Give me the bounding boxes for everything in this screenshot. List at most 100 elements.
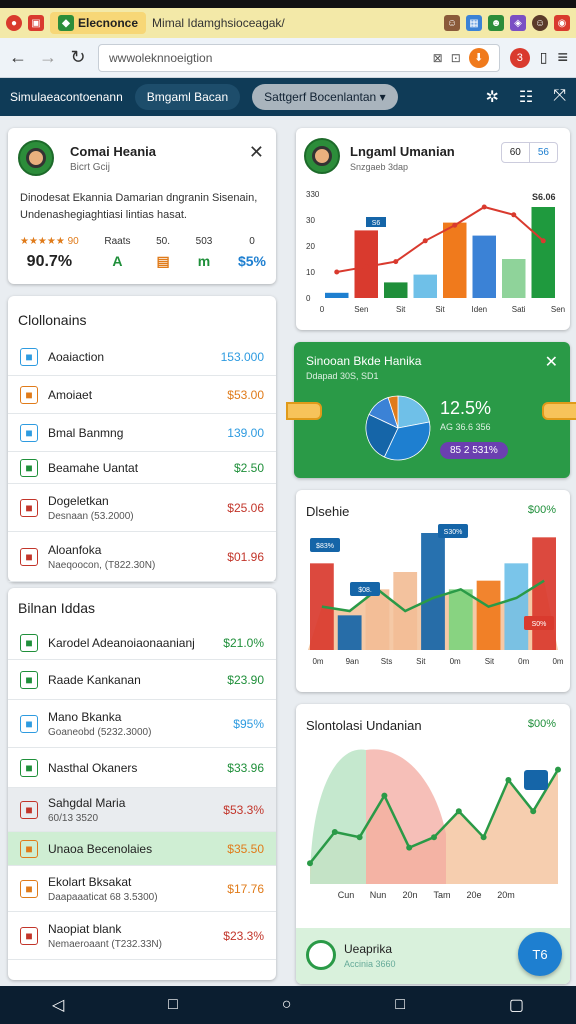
chart1-bar (354, 230, 378, 298)
nav-recents-icon[interactable]: □ (395, 996, 405, 1014)
dropdown-pill-label: Sattgerf Bocenlantan (264, 90, 377, 104)
promo-close-icon[interactable]: ✕ (545, 352, 558, 372)
list-item[interactable]: ■ Amoiaet $53.00 (8, 376, 276, 414)
list-item-value: $25.06 (227, 500, 264, 515)
list-item-text: Unaoa Becenolaies (48, 842, 227, 856)
chart1-ytick: 10 (306, 268, 315, 277)
list-icon[interactable]: ☷ (519, 87, 533, 107)
footer-sub: Accinia 3660 (344, 959, 396, 969)
list-item[interactable]: ■ Aloanfoka Naeqoocon, (T822.30N) $01.96 (8, 532, 276, 582)
chart2-card: Dlsehie $00% 0m 9an Sts Sit 0m Sit 0m 0m $83% $08… (296, 490, 570, 692)
bookmarks-icon[interactable]: ▯ (540, 49, 548, 66)
chart1-bar (413, 274, 437, 298)
list-item[interactable]: ■ Aoaiaction 153.000 (8, 338, 276, 376)
chart1-point (422, 238, 428, 244)
list-item-label: Naopiat blank (48, 921, 122, 936)
left-arrow-tab-icon[interactable] (286, 402, 322, 420)
list-item[interactable]: ■ Sahgdal Maria 60/13 3520 $53.3% (8, 788, 276, 832)
forward-icon[interactable]: → (38, 47, 58, 68)
nav-back-icon[interactable]: ◁ (52, 995, 64, 1015)
tab-favicon-icon: ▣ (28, 15, 44, 31)
chart1-xtick: Sati (512, 305, 526, 314)
extension-badge-icon[interactable]: 3 (509, 47, 530, 68)
list-item-text: Mano Bkanka Goaneobd (5232.3000) (48, 710, 233, 738)
list-item[interactable]: ■ Dogeletkan Desnaan (53.2000) $25.06 (8, 484, 276, 532)
settings-icon[interactable]: ✲ (485, 87, 498, 107)
chart1-xtick: Iden (472, 305, 488, 314)
grid-icon[interactable]: ▦ (466, 15, 482, 31)
record-icon[interactable]: ◉ (554, 15, 570, 31)
chart2-xtick: Sts (381, 657, 393, 666)
fab-button[interactable]: T6 (518, 932, 562, 976)
back-icon[interactable]: ← (8, 47, 28, 68)
tab-title[interactable]: Mimal Idamghsioceagak/ (152, 16, 438, 30)
chart3-point (480, 834, 487, 841)
extension-icon[interactable]: ⊡ (451, 51, 461, 65)
bookmark-icon[interactable]: ⊠ (433, 51, 443, 65)
list-item[interactable]: ■ Bmal Banmng 139.00 (8, 414, 276, 452)
tag-icon: ■ (20, 839, 38, 858)
flag-icon: ■ (20, 800, 38, 819)
filter-pill[interactable]: Bmgaml Bacan (134, 84, 241, 110)
profile-stat-value: 90.7% (26, 253, 73, 270)
expand-icon[interactable]: ⤧ (553, 87, 566, 107)
browser-logo-icon[interactable]: ● (6, 15, 22, 31)
close-icon[interactable]: ✕ (249, 142, 264, 163)
list-item-text: Bmal Banmng (48, 426, 227, 440)
tab-active[interactable]: ◆ Elecnonce (50, 12, 147, 34)
profile-stat: Raats A (104, 236, 130, 271)
menu-icon[interactable]: ≡ (557, 47, 568, 68)
chart1-svg: 0 10 20 30 330 0 Sen Sit Sit Iden Sati Sen S6.06 S6 (306, 190, 565, 314)
list-item[interactable]: ■ Unaoa Becenolaies $35.50 (8, 832, 276, 866)
list-item-value: $2.50 (233, 460, 264, 475)
chart1-point (540, 238, 546, 244)
list-item-label: Bmal Banmng (48, 425, 124, 440)
profile-stat: 50. ▤ (156, 236, 170, 271)
chart3-point (455, 808, 462, 815)
promo-value: 12.5% (440, 398, 492, 418)
chart1-bar (325, 292, 349, 298)
shield-icon[interactable]: ◈ (510, 15, 526, 31)
list-item[interactable]: ■ Ekolart Bksakat Daapaaaticat 68 3.5300) $… (8, 866, 276, 912)
chart2-bar (504, 563, 529, 650)
url-field[interactable]: wwwoleknnoeigtion ⊠ ⊡ ⬇ (98, 43, 500, 72)
reload-icon[interactable]: ↻ (68, 47, 88, 68)
profile-stat-value: A (112, 253, 123, 269)
chart3-area-red (366, 749, 446, 884)
trend-icon: ■ (20, 758, 38, 777)
app-title: Simulaeacontoenann (10, 90, 123, 104)
bilinan-list: ■ Karodel Adeanoiaonaanianj $21.0% ■ Raade K… (8, 626, 276, 960)
list-item[interactable]: ■ Naopiat blank Nemaeroaant (T232.33N) $23.… (8, 912, 276, 960)
list-item-text: Beamahe Uantat (48, 461, 234, 475)
profile-stat: ★★★★★ 90 90.7% (20, 236, 79, 271)
download-icon[interactable]: ⬇ (468, 47, 489, 68)
dropdown-pill[interactable]: Sattgerf Bocenlantan ▾ (252, 84, 398, 110)
chart2-bar (421, 533, 445, 650)
chart3-xtick: Nun (370, 890, 387, 900)
list-item-text: Nasthal Okaners (48, 761, 227, 775)
chart2-tag-text: $08. (358, 587, 372, 594)
nav-overview-icon[interactable]: ▢ (509, 995, 524, 1015)
right-arrow-tab-icon[interactable] (542, 402, 576, 420)
people-icon[interactable]: ☻ (488, 15, 504, 31)
list-item[interactable]: ■ Raade Kankanan $23.90 (8, 660, 276, 700)
chart1-xtick: Sit (396, 305, 406, 314)
list-item[interactable]: ■ Nasthal Okaners $33.96 (8, 748, 276, 788)
list-item-value: $21.0% (223, 635, 264, 650)
chart3-point (406, 844, 413, 851)
list-item[interactable]: ■ Karodel Adeanoiaonaanianj $21.0% (8, 626, 276, 660)
profile-icon[interactable]: ☺ (532, 15, 548, 31)
avatar-icon[interactable]: ☺ (444, 15, 460, 31)
chart1-point (363, 264, 369, 270)
chart1-ytick: 0 (306, 294, 311, 303)
list-item[interactable]: ■ Mano Bkanka Goaneobd (5232.3000) $95% (8, 700, 276, 748)
chart3-card: Slontolasi Undanian $00% Cun Nun 20n Tam 20e… (296, 704, 570, 984)
chart2-xtick: 9an (346, 657, 359, 666)
refresh-icon[interactable] (306, 940, 336, 970)
nav-square-icon[interactable]: □ (168, 996, 178, 1014)
nav-home-icon[interactable]: ○ (282, 996, 292, 1014)
list-item-value: $17.76 (227, 881, 264, 896)
profile-desc-line-2: Undenashegiaghtiasi lintias hasat. (20, 209, 187, 221)
list-item[interactable]: ■ Beamahe Uantat $2.50 (8, 452, 276, 484)
list-item-label: Aoaiaction (48, 349, 105, 364)
